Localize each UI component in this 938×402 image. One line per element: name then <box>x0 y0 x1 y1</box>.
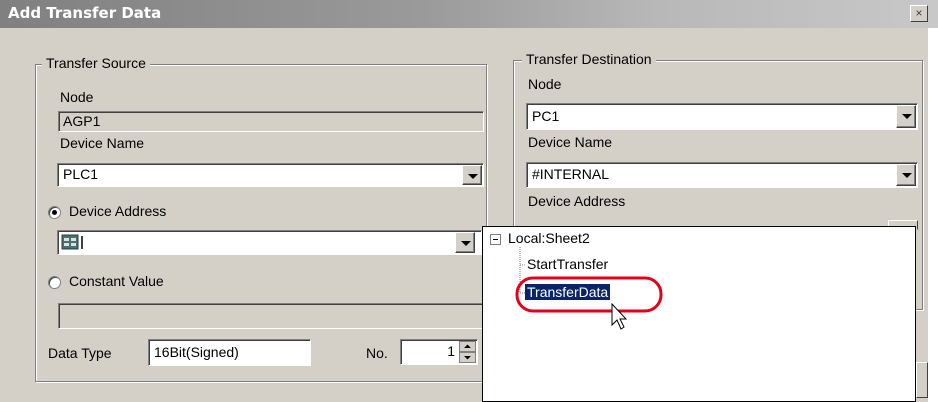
dialog-action-button[interactable] <box>916 362 928 398</box>
data-type-value: 16Bit(Signed) <box>154 344 239 360</box>
source-device-address-dropdown-button[interactable] <box>455 232 475 253</box>
add-transfer-data-dialog: Add Transfer Data × Transfer Source Node… <box>0 0 938 402</box>
data-type-label: Data Type <box>48 345 112 361</box>
destination-node-label: Node <box>528 76 562 92</box>
window-title: Add Transfer Data <box>8 4 162 22</box>
no-label: No. <box>366 345 388 361</box>
tree-root-local-sheet2[interactable]: Local:Sheet2 <box>508 230 590 246</box>
no-spinner[interactable]: 1 <box>400 339 478 365</box>
destination-node-dropdown-button[interactable] <box>896 105 916 128</box>
no-spinner-buttons[interactable] <box>459 341 476 363</box>
source-node-field: AGP1 <box>58 111 484 132</box>
device-address-label: Device Address <box>69 203 167 219</box>
source-device-address-input[interactable] <box>57 230 482 255</box>
destination-node-value: PC1 <box>532 108 560 124</box>
no-value: 1 <box>447 343 455 359</box>
constant-value-label: Constant Value <box>69 273 164 289</box>
close-button[interactable]: × <box>910 5 928 22</box>
transfer-destination-legend: Transfer Destination <box>522 51 656 67</box>
tree-item-starttransfer[interactable]: StartTransfer <box>527 256 608 272</box>
source-device-name-label: Device Name <box>60 135 145 151</box>
transfer-source-legend: Transfer Source <box>42 55 150 71</box>
highlight-ellipse <box>515 276 663 313</box>
source-device-name-combo[interactable]: PLC1 <box>57 163 484 187</box>
source-device-name-dropdown-button[interactable] <box>462 165 482 185</box>
title-bar[interactable]: Add Transfer Data × <box>0 0 938 28</box>
destination-device-name-value: #INTERNAL <box>532 166 610 182</box>
source-node-label: Node <box>60 89 94 105</box>
source-device-name-value: PLC1 <box>63 166 99 182</box>
device-address-tree-popup[interactable]: Local:Sheet2 StartTransfer TransferData <box>482 226 916 402</box>
destination-device-name-combo[interactable]: #INTERNAL <box>526 162 918 188</box>
data-type-field[interactable]: 16Bit(Signed) <box>148 339 311 366</box>
destination-node-combo[interactable]: PC1 <box>526 103 918 130</box>
constant-value-radio[interactable] <box>48 276 61 289</box>
device-address-radio[interactable] <box>48 206 61 219</box>
constant-value-field <box>58 303 484 329</box>
destination-device-name-label: Device Name <box>528 134 613 150</box>
mouse-cursor-icon <box>611 303 627 330</box>
window-edge <box>928 28 938 402</box>
destination-device-name-dropdown-button[interactable] <box>896 164 916 186</box>
close-icon: × <box>915 6 923 20</box>
destination-device-address-label: Device Address <box>528 193 626 209</box>
device-address-input-icon[interactable] <box>61 234 87 251</box>
